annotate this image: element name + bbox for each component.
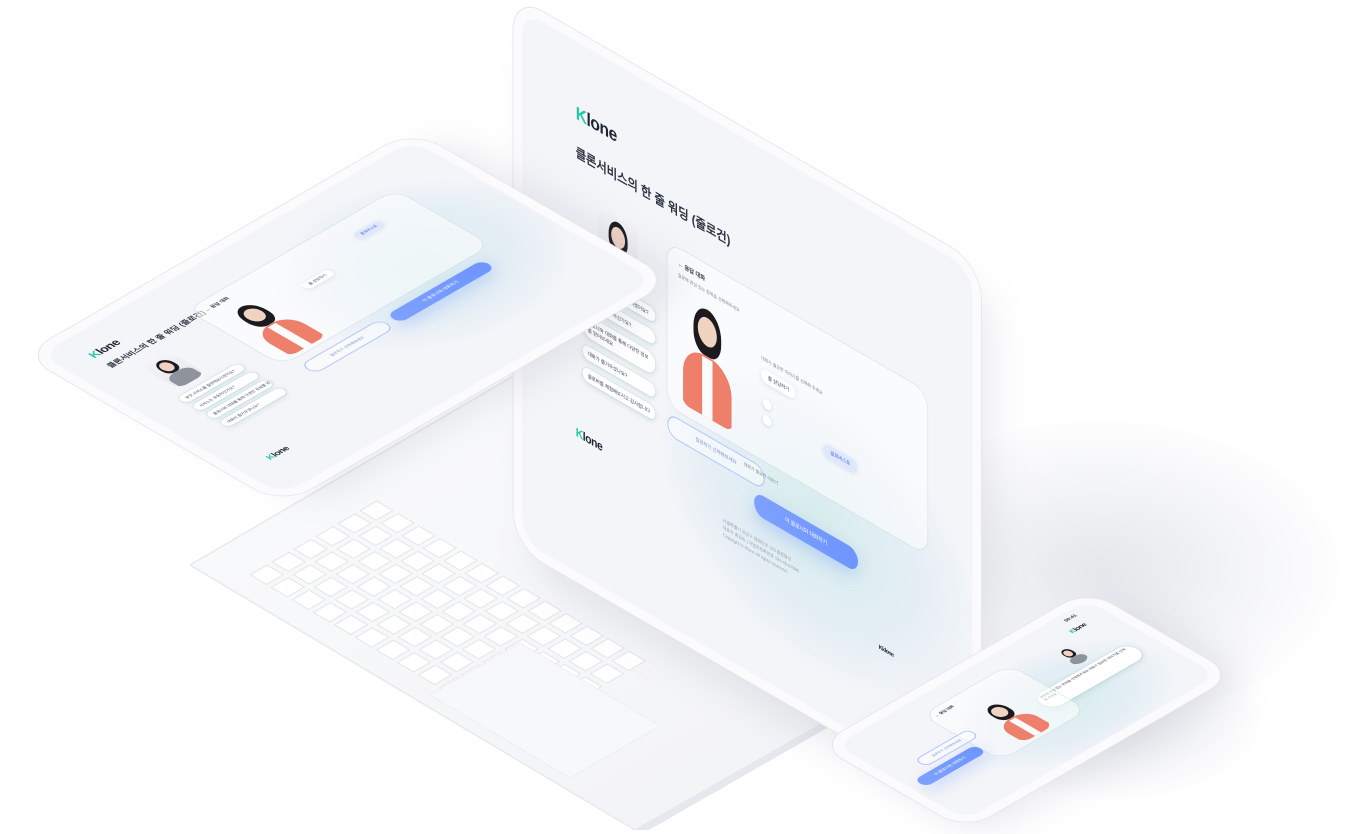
tag-pill[interactable]: 클로버스토 xyxy=(823,442,858,475)
tablet-tag-pill[interactable]: 클로버스토 xyxy=(351,219,387,240)
tablet-avatar-grey xyxy=(142,352,207,389)
back-arrow-icon: ← xyxy=(677,261,684,271)
tablet-footer-brand: Klone xyxy=(263,444,292,461)
brand-logo: Klone xyxy=(575,102,617,147)
tablet-avatar-coral xyxy=(220,295,327,357)
minus-icon[interactable] xyxy=(762,413,772,429)
phone-brand-logo: Klone xyxy=(1068,622,1089,635)
tablet-back-button[interactable]: ← 응답 대화 xyxy=(203,296,232,312)
clone-avatar-coral xyxy=(681,291,733,433)
phone-back-button[interactable]: ← 응답 대화 xyxy=(933,705,956,718)
footer-brand-logo: Klone xyxy=(575,424,603,455)
phone-status-time: 09:41 xyxy=(1062,613,1080,623)
tablet-answer-pill[interactable]: 를 상담하기 xyxy=(299,269,336,290)
phone-avatar-coral xyxy=(973,696,1054,743)
plus-icon[interactable] xyxy=(762,396,772,413)
